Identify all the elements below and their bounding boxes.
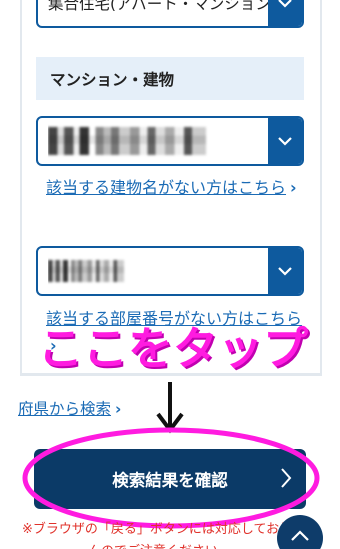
building-section-title: マンション・建物 [36, 57, 304, 100]
highlight-ellipse-annotation [22, 427, 320, 529]
room-select-value [48, 248, 268, 294]
chevron-right-icon: › [290, 178, 297, 197]
building-select[interactable] [36, 116, 304, 166]
housing-type-value: 集合住宅(アパート・マンション [48, 0, 268, 13]
tap-here-annotation: ここをタップ [38, 322, 309, 375]
chevron-down-icon [268, 118, 302, 164]
pixelated-room-number [48, 260, 124, 282]
no-building-link-text: 該当する建物名がない方はこちら [46, 178, 287, 197]
building-select-value [48, 118, 268, 164]
housing-type-select[interactable]: 集合住宅(アパート・マンション [36, 0, 304, 28]
prefecture-search-link-text: 府県から検索 [18, 400, 112, 418]
chevron-down-icon [268, 0, 302, 26]
pixelated-building-name [48, 127, 206, 155]
no-building-link[interactable]: 該当する建物名がない方はこちら › [36, 174, 304, 201]
back-button-warning: ※ブラウザの「戻る」ボタンには対応しておりま [22, 522, 306, 537]
prefecture-search-link[interactable]: 府県から検索 › [18, 396, 121, 423]
chevron-up-icon [291, 530, 309, 541]
chevron-right-icon: › [115, 400, 122, 418]
chevron-down-icon [268, 248, 302, 294]
room-select[interactable] [36, 246, 304, 296]
back-button-warning-2: んのでご注意ください [88, 540, 218, 549]
